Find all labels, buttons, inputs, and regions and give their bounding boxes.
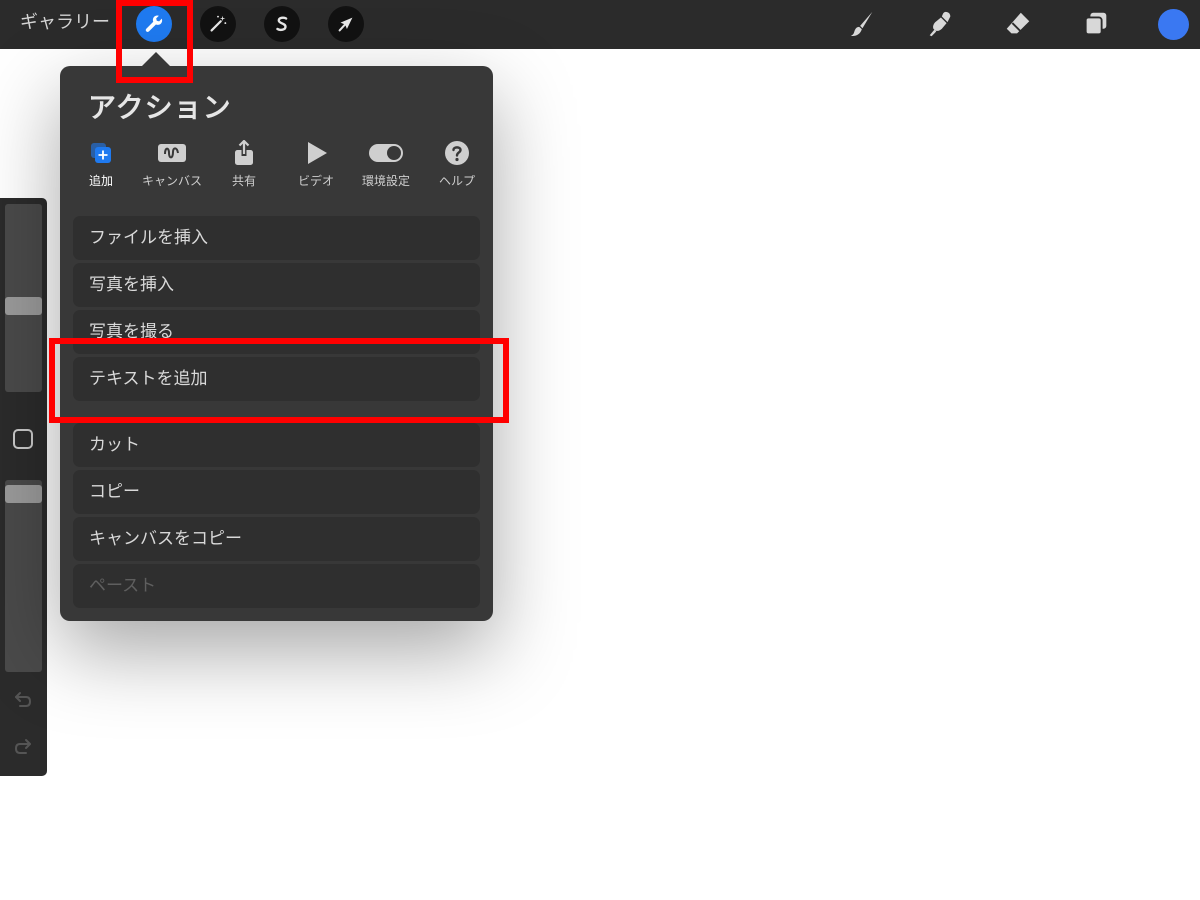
tab-video[interactable]: ビデオ — [281, 138, 351, 194]
share-icon — [235, 140, 253, 165]
redo-icon[interactable] — [12, 735, 34, 757]
actions-popover: アクション 追加 キャンバス 共有 ビデオ 環境設定 ヘルプ ファイルを挿入 写… — [60, 66, 493, 621]
layers-button[interactable] — [1080, 8, 1112, 40]
transform-button[interactable] — [328, 6, 364, 42]
tab-label: 環境設定 — [361, 174, 410, 188]
tab-preferences[interactable]: 環境設定 — [351, 138, 421, 194]
tab-share[interactable]: 共有 — [209, 138, 279, 194]
tab-label: 共有 — [231, 174, 256, 188]
video-play-icon — [308, 142, 327, 164]
brush-button[interactable] — [846, 8, 878, 40]
copy-item[interactable]: コピー — [73, 470, 480, 514]
popover-title: アクション — [88, 91, 232, 124]
actions-button[interactable] — [136, 6, 172, 42]
tab-add[interactable]: 追加 — [66, 138, 136, 194]
paste-item: ペースト — [73, 564, 480, 608]
canvas-icon — [158, 144, 186, 162]
tab-canvas[interactable]: キャンバス — [137, 138, 207, 194]
popover-arrow — [142, 52, 170, 66]
copy-canvas-item[interactable]: キャンバスをコピー — [73, 517, 480, 561]
actions-tabs: 追加 キャンバス 共有 ビデオ 環境設定 ヘルプ — [74, 138, 484, 194]
selection-s-icon — [276, 16, 288, 32]
add-text-item[interactable]: テキストを追加 — [73, 357, 480, 401]
left-sidebar — [0, 198, 47, 776]
layers-icon — [1084, 12, 1107, 36]
selection-button[interactable] — [264, 6, 300, 42]
tab-label: ビデオ — [297, 174, 334, 188]
opacity-thumb[interactable] — [5, 485, 42, 503]
tab-help[interactable]: ヘルプ — [422, 138, 492, 194]
opacity-slider[interactable] — [5, 480, 42, 672]
cut-item[interactable]: カット — [73, 423, 480, 467]
eraser-icon — [1006, 12, 1030, 34]
smudge-button[interactable] — [924, 8, 956, 40]
brush-icon — [850, 11, 873, 36]
tab-label: 追加 — [88, 174, 113, 188]
wrench-icon — [145, 15, 163, 32]
adjustments-button[interactable] — [200, 6, 236, 42]
top-toolbar: ギャラリー — [0, 0, 1200, 49]
eraser-button[interactable] — [1002, 8, 1034, 40]
insert-file-item[interactable]: ファイルを挿入 — [73, 216, 480, 260]
undo-icon[interactable] — [12, 688, 34, 710]
brush-size-thumb[interactable] — [5, 297, 42, 315]
tab-label: キャンバス — [141, 174, 202, 188]
modify-square-button[interactable] — [13, 429, 33, 449]
insert-photo-item[interactable]: 写真を挿入 — [73, 263, 480, 307]
smudge-icon — [929, 11, 951, 37]
gallery-button[interactable]: ギャラリー — [20, 11, 110, 35]
color-picker-button[interactable] — [1158, 9, 1189, 40]
toggle-icon — [369, 144, 403, 162]
help-icon — [445, 141, 469, 165]
tab-label: ヘルプ — [438, 174, 475, 188]
add-icon — [91, 143, 111, 163]
take-photo-item[interactable]: 写真を撮る — [73, 310, 480, 354]
transform-arrow-icon — [338, 17, 353, 32]
magic-wand-icon — [210, 15, 227, 32]
